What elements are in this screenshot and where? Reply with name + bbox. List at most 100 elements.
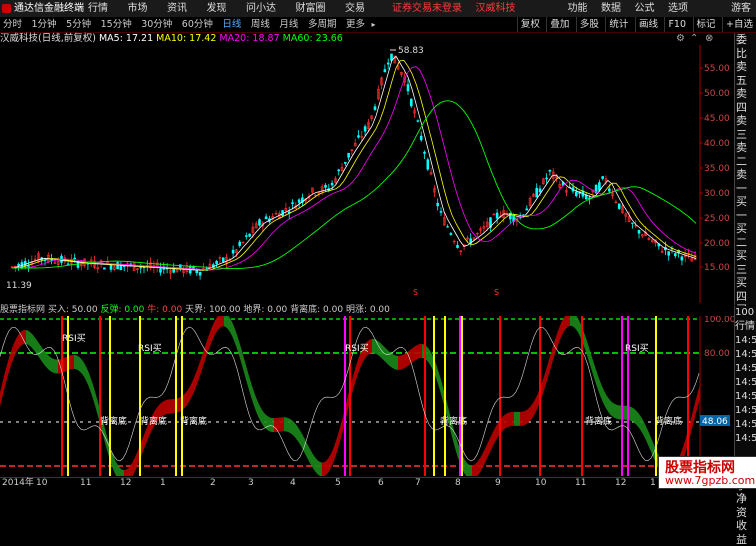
osc-band [240, 344, 242, 366]
tool-zixuan[interactable]: +自选 [722, 17, 756, 32]
indicator-niu: 牛: 0.00 [147, 305, 183, 315]
period-daily[interactable]: 日线 [219, 17, 244, 32]
sidebar-item-3[interactable]: 卖三 [735, 114, 756, 141]
candle-body [545, 177, 548, 180]
ma10-value: MA10: 17.42 [156, 33, 217, 44]
top-menu-bar: 通达信金融终端 行情 市场 资讯 发现 问小达 财富圈 交易 证券交易未登录 汉… [0, 0, 756, 18]
signal-label-7: 背离底 [440, 415, 467, 427]
tool-tongji[interactable]: 统计 [605, 17, 631, 32]
candle-body [198, 271, 202, 276]
menu-shuju[interactable]: 数据 [596, 0, 626, 17]
menu-gongneng[interactable]: 功能 [563, 0, 593, 17]
period-monthly[interactable]: 月线 [276, 17, 301, 32]
tool-fuquan[interactable]: 复权 [516, 17, 543, 32]
sidebar-item-18[interactable]: 收益 [735, 519, 756, 546]
quote-sidebar: 委比卖五卖四卖三卖二卖一买一买二买三买四买五现价涨跌涨幅总量外盘换手净资收益 [734, 33, 756, 546]
nav-zixun[interactable]: 资讯 [159, 0, 195, 17]
osc-band [502, 415, 504, 432]
osc-band [188, 386, 190, 404]
sidebar-item-7[interactable]: 买二 [735, 222, 756, 249]
sidebar-item-8[interactable]: 买三 [735, 249, 756, 276]
nav-faxian[interactable]: 发现 [199, 0, 235, 17]
stock-name-link[interactable]: 汉威科技 [471, 0, 521, 17]
guest-login[interactable]: 游客 [726, 0, 756, 17]
sidebar-item-6[interactable]: 买一 [735, 195, 756, 222]
osc-band [208, 332, 210, 352]
osc-band [318, 460, 320, 476]
period-15min[interactable]: 15分钟 [98, 17, 135, 32]
period-1min[interactable]: 1分钟 [29, 17, 60, 32]
osc-band [644, 422, 646, 441]
signal-label-9: 背离底 [655, 415, 682, 427]
osc-band [510, 411, 512, 427]
indicator-mingzhang: 明涨: 0.00 [345, 305, 390, 315]
settings-icon[interactable]: ⚙ [676, 33, 685, 44]
period-30min[interactable]: 30分钟 [138, 17, 175, 32]
indicator-chart[interactable]: 100.0080.0050.0020.00RSI买RSI买RSI买RSI买背离底… [0, 316, 734, 476]
up-arrow-icon[interactable]: ⌃ [690, 33, 698, 44]
period-more[interactable]: 更多 [343, 17, 368, 32]
sidebar-item-4[interactable]: 卖二 [735, 141, 756, 168]
more-chevron-icon[interactable]: ▸ [371, 20, 375, 29]
candle-body [337, 169, 341, 172]
osc-band [596, 369, 598, 390]
candle-body [535, 187, 539, 198]
osc-band [326, 458, 328, 475]
nav-shichang[interactable]: 市场 [120, 0, 156, 17]
osc-band [646, 426, 648, 445]
osc-band [588, 344, 590, 365]
period-60min[interactable]: 60分钟 [179, 17, 216, 32]
nav-hangqing[interactable]: 行情 [80, 0, 116, 17]
period-fenshi[interactable]: 分时 [0, 17, 25, 32]
nav-wenxiaoda[interactable]: 问小达 [238, 0, 284, 17]
osc-band [496, 422, 498, 441]
candle-body [122, 265, 126, 267]
price-tick-0: 55.00 [704, 64, 730, 74]
osc-band [16, 335, 18, 353]
kline-chart[interactable]: 55.00 50.00 45.00 40.00 35.00 30.00 25.00 20.00… [0, 45, 734, 303]
osc-band [146, 424, 148, 444]
period-weekly[interactable]: 周线 [248, 17, 273, 32]
osc-band [548, 356, 550, 378]
candle-body [258, 219, 261, 226]
nav-caifuquan[interactable]: 财富圈 [288, 0, 334, 17]
menu-xuanxiang[interactable]: 选项 [663, 0, 693, 17]
period-5min[interactable]: 5分钟 [63, 17, 94, 32]
tool-huaxian[interactable]: 画线 [634, 17, 661, 32]
osc-band [492, 429, 494, 448]
osc-band [54, 359, 56, 374]
candle-body [607, 188, 611, 192]
indicator-dijie: 地界: 0.00 [243, 305, 288, 315]
nav-jiaoyi[interactable]: 交易 [337, 0, 373, 17]
sidebar-item-9[interactable]: 买四 [735, 276, 756, 303]
osc-band [322, 462, 324, 476]
menu-gongshi[interactable]: 公式 [630, 0, 660, 17]
tool-diejia[interactable]: 叠加 [546, 17, 572, 32]
osc-band [44, 350, 46, 367]
close-icon[interactable]: ⊗ [705, 33, 713, 44]
osc-band [478, 458, 480, 476]
tool-f10[interactable]: F10 [664, 17, 689, 32]
osc-band [336, 434, 338, 455]
osc-band [316, 458, 318, 475]
tool-biaoji[interactable]: 标记 [692, 17, 719, 32]
sidebar-item-2[interactable]: 卖四 [735, 87, 756, 114]
candle-body [324, 184, 327, 188]
period-multi[interactable]: 多周期 [305, 17, 340, 32]
login-warning[interactable]: 证券交易未登录 [387, 0, 467, 17]
tool-duogu[interactable]: 多股 [575, 17, 602, 32]
sidebar-item-1[interactable]: 卖五 [735, 60, 756, 87]
osc-band [516, 411, 518, 426]
signal-label-2: RSI买 [345, 343, 369, 354]
osc-band [466, 461, 468, 476]
sidebar-item-0[interactable]: 委比 [735, 33, 756, 60]
osc-band [470, 465, 472, 476]
osc-band [122, 469, 124, 476]
osc-band [312, 452, 314, 470]
osc-band [396, 355, 398, 370]
sidebar-item-17[interactable]: 净资 [735, 492, 756, 519]
sidebar-item-5[interactable]: 卖一 [735, 168, 756, 195]
osc-band [40, 344, 42, 362]
candle-body [426, 159, 430, 170]
candle-body [73, 257, 76, 260]
